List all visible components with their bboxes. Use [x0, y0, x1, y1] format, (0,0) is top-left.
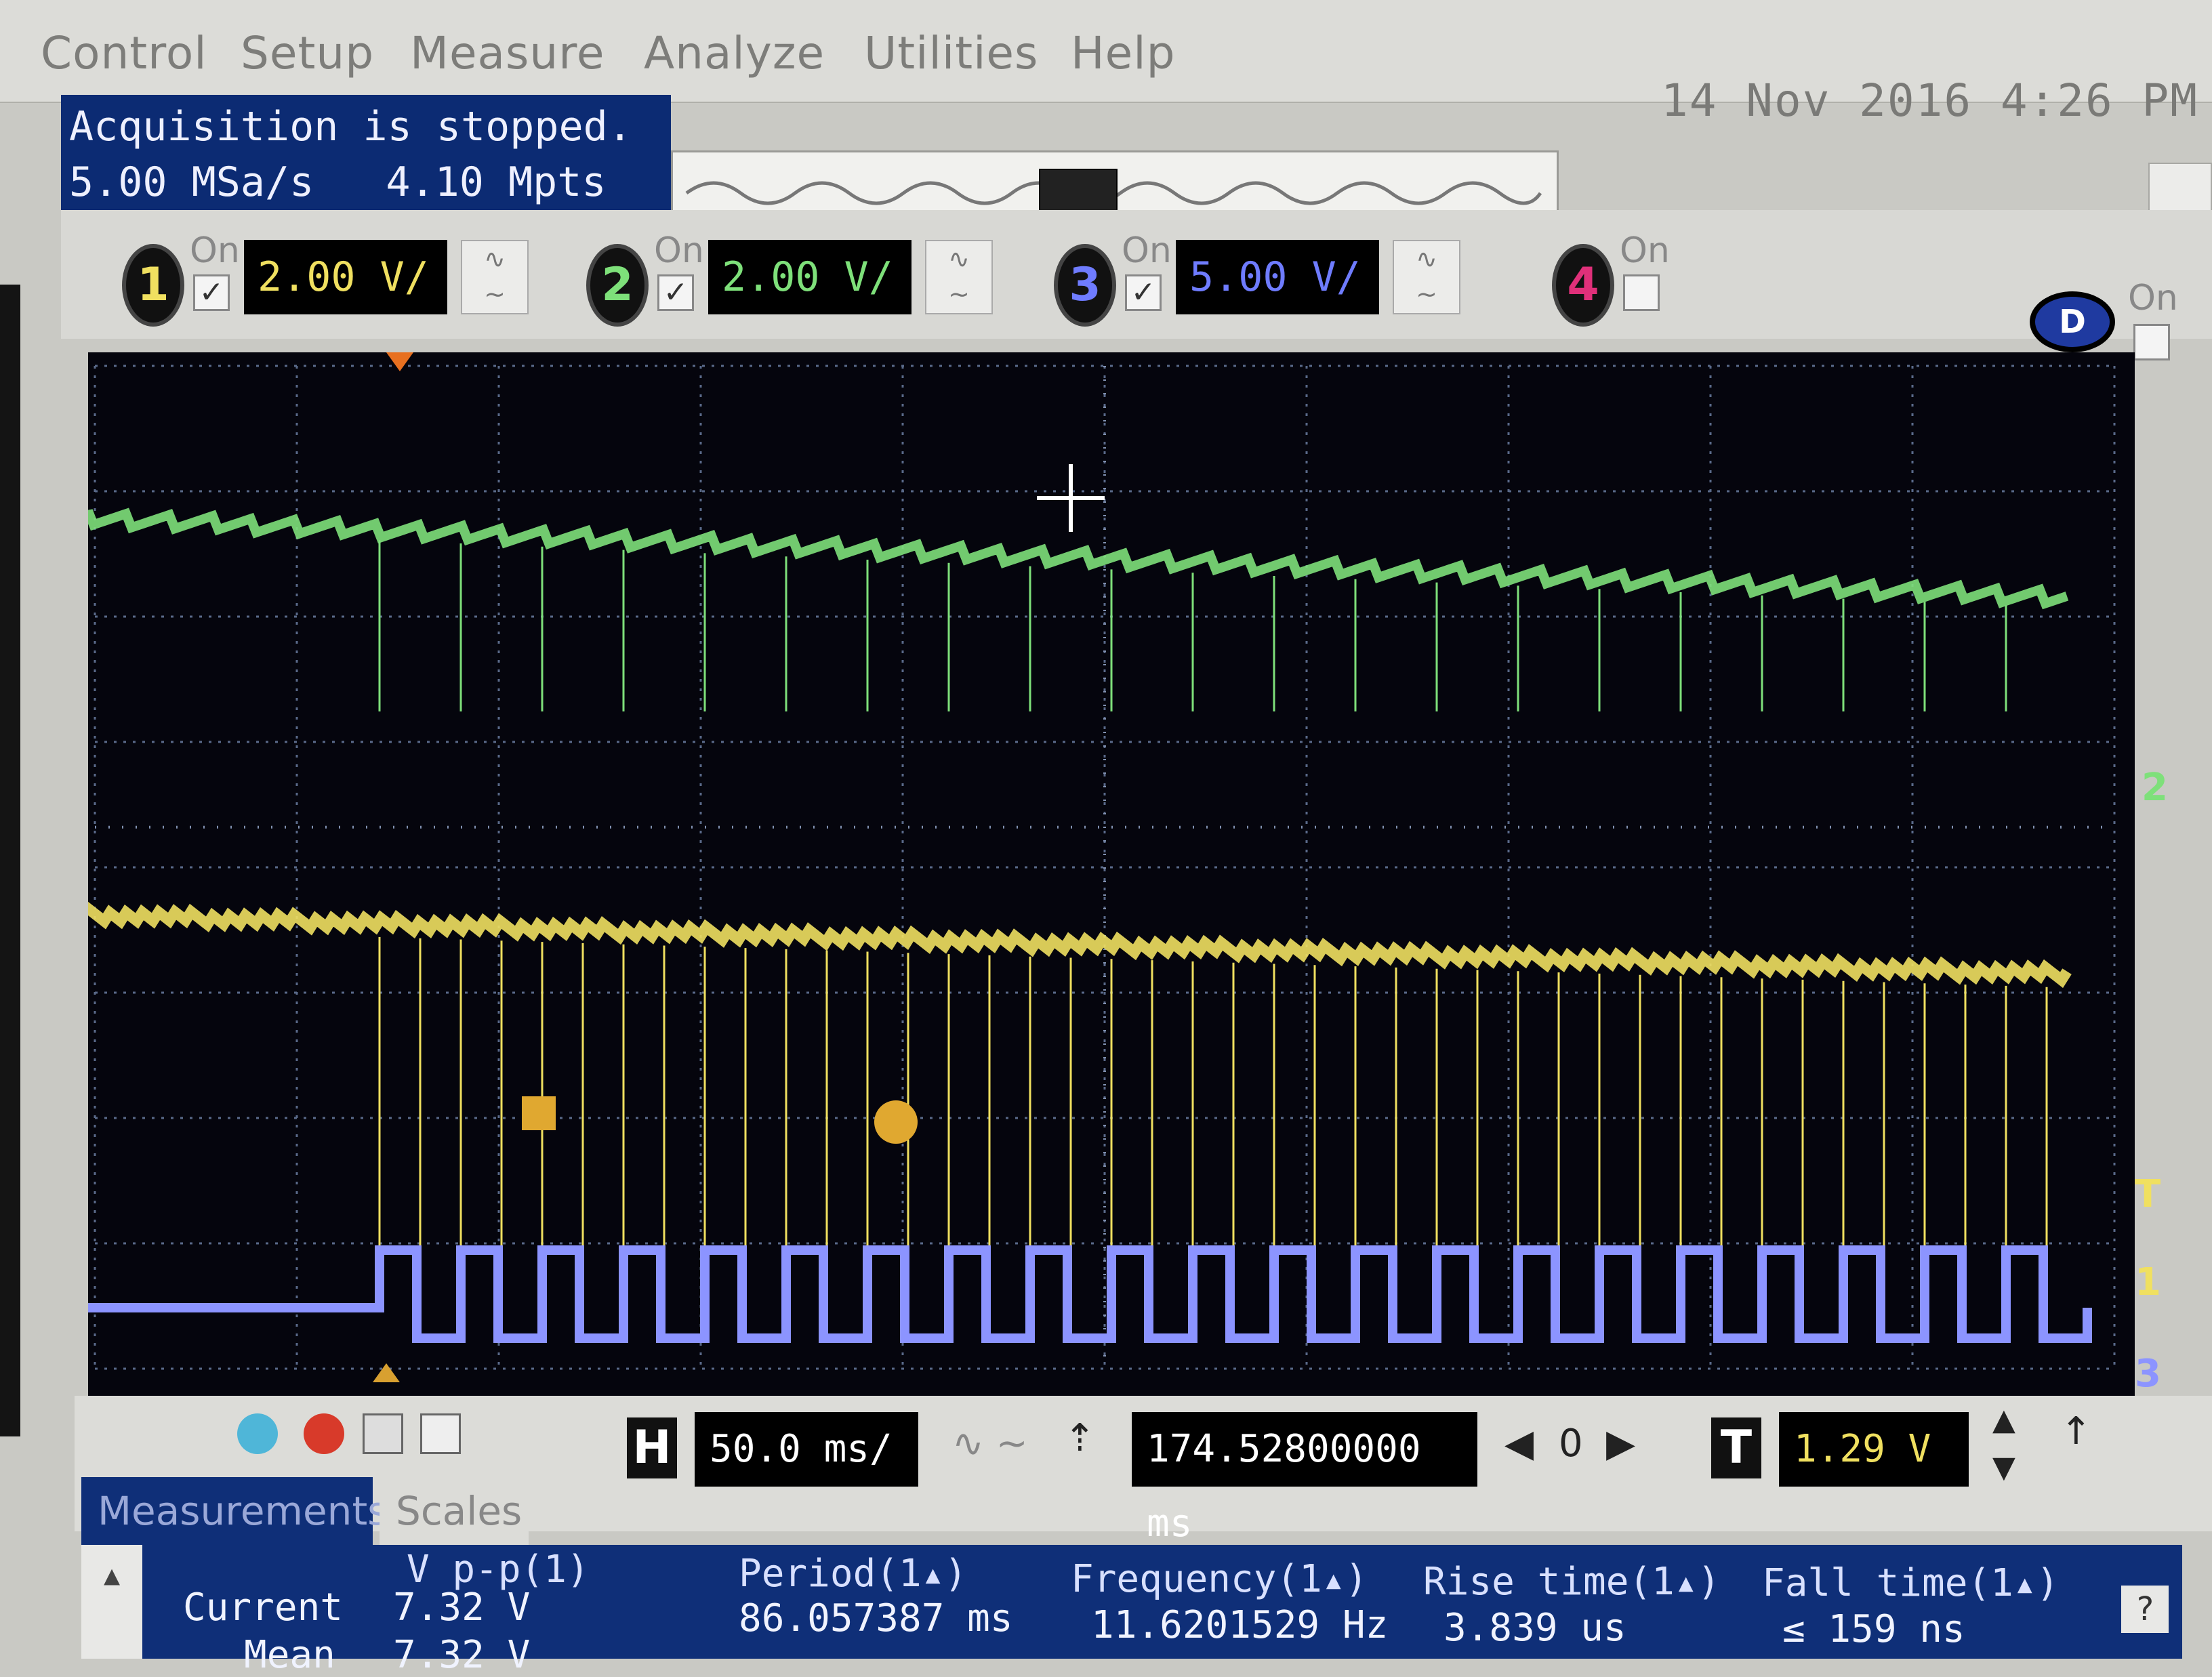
waveform-svg — [88, 352, 2116, 1382]
channel-1-waveform — [88, 901, 2072, 989]
digital-on-label: On — [2128, 278, 2178, 318]
wave-down-icon: ∼ — [948, 279, 970, 309]
row-current-label: Current — [183, 1586, 344, 1630]
delay-ref-icon: ⇡ — [1064, 1416, 1096, 1460]
channel-3-scale-spinner[interactable]: ∿ ∼ — [1393, 240, 1460, 314]
channel-1-ground-marker[interactable]: 1 — [2135, 1260, 2161, 1304]
channel-1-scale[interactable]: 2.00 V/ — [244, 240, 447, 314]
timebase-field[interactable]: 50.0 ms/ — [695, 1412, 918, 1487]
channel-2-badge[interactable]: 2 — [586, 244, 649, 327]
tab-measurements[interactable]: Measurements — [81, 1477, 388, 1545]
acquisition-status-panel: Acquisition is stopped. 5.00 MSa/s 4.10 … — [61, 95, 671, 210]
menu-analyze[interactable]: Analyze — [644, 27, 825, 79]
digital-channels-button[interactable]: D — [2030, 291, 2115, 352]
channel-3-checkbox[interactable]: ✓ — [1125, 274, 1162, 311]
menu-control[interactable]: Control — [41, 27, 207, 79]
period-current: 86.057387 ms — [739, 1596, 1013, 1640]
acquisition-status: Acquisition is stopped. — [69, 103, 632, 150]
trigger-level-field[interactable]: 1.29 V — [1779, 1412, 1969, 1487]
fall-time-current: ≤ 159 ns — [1782, 1607, 1965, 1651]
cursor-marker-square — [522, 1096, 556, 1130]
scroll-up-button[interactable]: ▲ — [81, 1545, 142, 1659]
channel-3-on-label: On — [1122, 230, 1172, 271]
period-header: Period(1▴) — [739, 1552, 968, 1596]
frequency-current: 11.6201529 Hz — [1091, 1603, 1389, 1647]
vpp-current: 7.32 V — [393, 1586, 531, 1630]
channel-3-scale[interactable]: 5.00 V/ — [1176, 240, 1379, 314]
wave-down-icon: ∼ — [1416, 279, 1437, 309]
channel-2-trace — [88, 508, 2069, 711]
channel-4-badge[interactable]: 4 — [1552, 244, 1614, 327]
channel-3-waveform — [88, 1245, 2092, 1343]
channel-1-on-label: On — [190, 230, 240, 271]
trigger-level-marker[interactable]: T — [2135, 1172, 2160, 1216]
tab-scales[interactable]: Scales — [380, 1477, 529, 1545]
cursor-markers — [373, 352, 1105, 1382]
channel-2-scale[interactable]: 2.00 V/ — [708, 240, 912, 314]
channel-2-waveform — [88, 508, 2069, 610]
channel-bar: 1 On ✓ 2.00 V/ ∿ ∼ 2 On ✓ 2.00 V/ ∿ ∼ 3 On… — [61, 210, 2212, 339]
cursor-marker-circle — [874, 1100, 918, 1144]
channel-2-ground-marker[interactable]: 2 — [2142, 766, 2168, 810]
channel-4-on-label: On — [1620, 230, 1670, 271]
delay-reference-value: 0 — [1559, 1422, 1583, 1466]
channel-1-scale-spinner[interactable]: ∿ ∼ — [461, 240, 529, 314]
time-reference-marker — [373, 1363, 400, 1382]
trigger-up-button[interactable]: ▲ — [1992, 1403, 2015, 1437]
bottom-tabs: Measurements Scales — [81, 1477, 556, 1545]
graticule-grid — [94, 365, 2116, 1370]
channel-1-badge[interactable]: 1 — [122, 244, 184, 327]
delay-left-button[interactable]: ◀ — [1504, 1422, 1534, 1466]
timebase-spinner-icon[interactable]: ∿ ∼ — [952, 1422, 1028, 1466]
horizontal-icon: H — [627, 1417, 677, 1478]
run-icon[interactable] — [237, 1413, 278, 1454]
stop-icon[interactable] — [304, 1413, 344, 1454]
menu-measure[interactable]: Measure — [410, 27, 605, 79]
overview-window[interactable] — [1039, 169, 1118, 212]
sample-rate: 5.00 MSa/s — [69, 159, 314, 206]
print-icon[interactable] — [420, 1413, 461, 1454]
trigger-slope-icon[interactable]: ↑ — [2060, 1409, 2092, 1453]
channel-2-on-label: On — [654, 230, 704, 271]
wave-up-icon: ∿ — [1416, 244, 1437, 274]
menu-setup[interactable]: Setup — [241, 27, 374, 79]
digital-checkbox[interactable] — [2133, 324, 2170, 360]
waveform-display[interactable] — [88, 352, 2135, 1396]
menu-utilities[interactable]: Utilities — [864, 27, 1038, 79]
channel-2-scale-spinner[interactable]: ∿ ∼ — [925, 240, 993, 314]
rise-time-header: Rise time(1▴) — [1423, 1560, 1721, 1604]
wave-up-icon: ∿ — [948, 244, 970, 274]
single-icon[interactable] — [363, 1413, 403, 1454]
frequency-header: Frequency(1▴) — [1071, 1557, 1368, 1601]
wave-up-icon: ∿ — [484, 244, 506, 274]
channel-3-badge[interactable]: 3 — [1054, 244, 1116, 327]
trigger-icon: T — [1711, 1417, 1761, 1478]
trigger-down-button[interactable]: ▼ — [1992, 1450, 2015, 1485]
vpp-mean: 7.32 V — [393, 1633, 531, 1677]
channel-2-checkbox[interactable]: ✓ — [657, 274, 694, 311]
help-button[interactable]: ? — [2121, 1586, 2169, 1633]
channel-1-trace — [88, 901, 2072, 1274]
delay-right-button[interactable]: ▶ — [1606, 1422, 1635, 1466]
menu-help[interactable]: Help — [1071, 27, 1175, 79]
rise-time-current: 3.839 us — [1443, 1606, 1626, 1650]
trigger-position-marker — [386, 352, 413, 371]
measurements-panel: ▲ Current Mean V p-p(1) 7.32 V 7.32 V Pe… — [81, 1545, 2182, 1677]
channel-4-checkbox[interactable] — [1623, 274, 1660, 311]
wave-down-icon: ∼ — [484, 279, 506, 309]
menu-bar: Control Setup Measure Analyze Utilities … — [0, 0, 2212, 127]
row-mean-label: Mean — [244, 1633, 335, 1677]
date-time: 14 Nov 2016 4:26 PM — [1661, 75, 2198, 127]
channel-3-trace — [88, 1245, 2092, 1343]
delay-field[interactable]: 174.52800000 ms — [1132, 1412, 1477, 1546]
channel-1-checkbox[interactable]: ✓ — [193, 274, 230, 311]
memory-depth: 4.10 Mpts — [386, 159, 607, 206]
left-edge-strip — [0, 285, 20, 1436]
channel-3-ground-marker[interactable]: 3 — [2135, 1352, 2161, 1396]
fall-time-header: Fall time(1▴) — [1762, 1561, 2060, 1605]
